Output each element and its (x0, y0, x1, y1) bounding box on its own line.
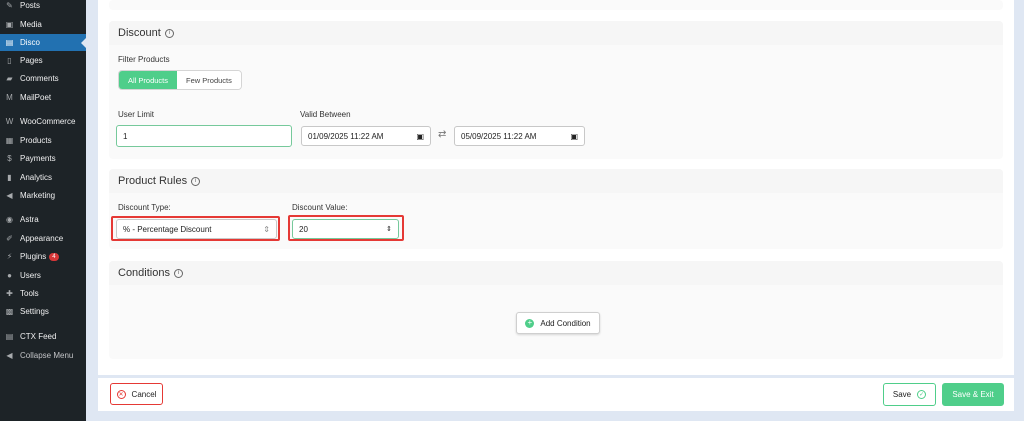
main-panel: Discount i Filter Products All Products F… (98, 0, 1014, 375)
sidebar-item-plugins[interactable]: ⚡ Plugins 4 (0, 248, 86, 265)
marketing-icon: ◀ (6, 191, 13, 200)
media-icon: ▣ (5, 20, 14, 29)
collapse-icon: ◀ (6, 351, 13, 360)
product-rules-card: Product Rules i Discount Type: % - Percen… (109, 169, 1003, 249)
sidebar-item-marketing[interactable]: ◀ Marketing (0, 187, 86, 204)
info-icon[interactable]: i (173, 268, 183, 278)
swap-icon: ⇄ (438, 129, 447, 140)
info-icon[interactable]: i (164, 28, 174, 38)
sidebar-item-woocommerce[interactable]: W WooCommerce (0, 113, 86, 130)
appearance-icon: ✐ (6, 234, 13, 243)
sidebar-item-settings[interactable]: ▩ Settings (0, 303, 86, 320)
plugins-update-badge: 4 (49, 252, 59, 261)
products-icon: ▦ (5, 136, 14, 145)
valid-to-input[interactable]: 05/09/2025 11:22 AM ▣ (454, 126, 585, 146)
disco-icon: ▤ (5, 38, 14, 47)
sidebar-item-mailpoet[interactable]: M MailPoet (0, 89, 86, 106)
sidebar-item-appearance[interactable]: ✐ Appearance (0, 230, 86, 247)
user-limit-label: User Limit (118, 110, 155, 119)
valid-from-input[interactable]: 01/09/2025 11:22 AM ▣ (301, 126, 431, 146)
pages-icon: ▯ (7, 56, 12, 65)
conditions-card: Conditions i + Add Condition (109, 261, 1003, 359)
save-exit-button[interactable]: Save & Exit (942, 383, 1004, 406)
sidebar-item-ctx-feed[interactable]: ▤ CTX Feed (0, 328, 86, 345)
sidebar-item-payments[interactable]: $ Payments (0, 150, 86, 167)
calendar-icon[interactable]: ▣ (416, 132, 424, 141)
sidebar-item-users[interactable]: ● Users (0, 267, 86, 284)
check-icon: ✓ (917, 390, 927, 399)
sidebar-item-analytics[interactable]: ▮ Analytics (0, 169, 86, 186)
payments-icon: $ (7, 154, 12, 163)
all-products-option[interactable]: All Products (119, 71, 178, 89)
user-limit-input[interactable]: 1 (116, 125, 292, 147)
highlight-box (288, 215, 404, 241)
discount-value-label: Discount Value: (292, 203, 348, 212)
info-icon[interactable]: i (191, 176, 201, 186)
sidebar-item-astra[interactable]: ◉ Astra (0, 211, 86, 228)
footer-bar: ✕ Cancel Save ✓ Save & Exit (98, 378, 1014, 411)
users-icon: ● (7, 271, 12, 280)
few-products-option[interactable]: Few Products (177, 71, 241, 89)
add-condition-button[interactable]: + Add Condition (516, 312, 600, 334)
cancel-button[interactable]: ✕ Cancel (110, 383, 163, 405)
sidebar-item-disco[interactable]: ▤ Disco (0, 34, 86, 51)
tools-icon: ✚ (6, 289, 13, 298)
discount-card: Discount i Filter Products All Products F… (109, 21, 1003, 159)
highlight-box (111, 216, 280, 241)
analytics-icon: ▮ (7, 173, 12, 182)
sidebar-item-products[interactable]: ▦ Products (0, 132, 86, 149)
sidebar-item-media[interactable]: ▣ Media (0, 16, 86, 33)
save-button[interactable]: Save ✓ (883, 383, 936, 406)
astra-icon: ◉ (6, 215, 13, 224)
plus-icon: + (525, 318, 535, 328)
discount-header: Discount i (109, 21, 1003, 45)
sidebar-item-comments[interactable]: ▰ Comments (0, 70, 86, 87)
sidebar-item-pages[interactable]: ▯ Pages (0, 52, 86, 69)
filter-products-toggle: All Products Few Products (118, 70, 242, 90)
admin-sidebar: ✎ Posts ▣ Media ▤ Disco ▯ Pages ▰ Comments MM… (0, 0, 86, 421)
ctx-feed-icon: ▤ (5, 332, 14, 341)
mailpoet-icon: M (6, 93, 13, 102)
filter-products-label: Filter Products (118, 55, 170, 64)
sidebar-item-tools[interactable]: ✚ Tools (0, 285, 86, 302)
plugins-icon: ⚡ (6, 252, 13, 261)
comments-icon: ▰ (6, 74, 13, 83)
woocommerce-icon: W (5, 117, 14, 126)
settings-icon: ▩ (5, 307, 14, 316)
conditions-header: Conditions i (109, 261, 1003, 285)
collapse-menu-button[interactable]: ◀ Collapse Menu (0, 347, 86, 364)
discount-type-label: Discount Type: (118, 203, 171, 212)
valid-between-label: Valid Between (300, 110, 351, 119)
calendar-icon[interactable]: ▣ (570, 132, 578, 141)
close-icon: ✕ (116, 389, 126, 399)
sidebar-item-posts[interactable]: ✎ Posts (0, 0, 86, 14)
pin-icon: ✎ (6, 1, 13, 10)
product-rules-header: Product Rules i (109, 169, 1003, 193)
previous-card (109, 0, 1003, 10)
